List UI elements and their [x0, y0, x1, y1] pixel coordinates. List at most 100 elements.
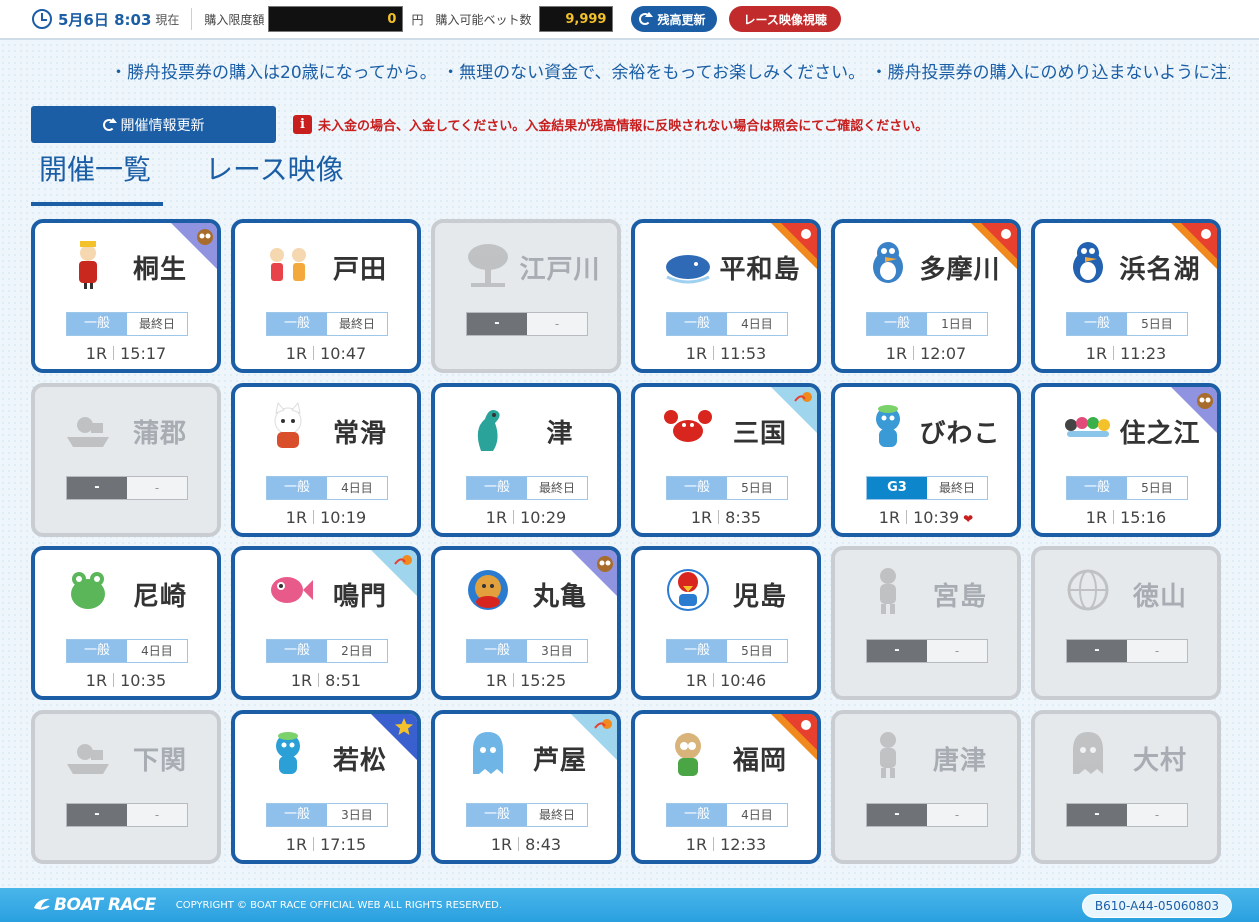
race-day-label: 3日目	[327, 803, 387, 826]
grade-label: 一般	[667, 803, 727, 826]
race-day-label: 最終日	[927, 476, 987, 499]
race-time: 10:35	[120, 671, 167, 690]
venue-card[interactable]: 尼崎 一般 4日目 1R 10:35	[31, 546, 221, 700]
venue-card[interactable]: 多摩川 一般 1日目 1R 12:07	[831, 219, 1021, 373]
venue-card[interactable]: 桐生 一般 最終日 1R 15:17	[31, 219, 221, 373]
next-race: 1R 10:39 ❤	[835, 508, 1017, 527]
venue-card[interactable]: 大村 - -	[1031, 709, 1221, 864]
owl-icon	[1171, 386, 1217, 433]
venue-grade-badge: - -	[1066, 802, 1188, 827]
venue-card[interactable]: 福岡 一般 4日目 1R 12:33	[631, 709, 821, 864]
venue-grade-badge: 一般 最終日	[466, 802, 588, 827]
venue-card[interactable]: 若松 一般 3日目 1R 17:15	[231, 709, 421, 864]
venue-card[interactable]: 芦屋 一般 最終日 1R 8:43	[431, 709, 621, 864]
venue-card[interactable]: 津 一般 最終日 1R 10:29	[431, 382, 621, 537]
race-number: 1R	[685, 344, 708, 363]
venue-card[interactable]: 鳴門 一般 2日目 1R 8:51	[231, 546, 421, 700]
next-race: 1R 11:23	[1035, 344, 1217, 363]
schedule-refresh-button[interactable]: 開催情報更新	[31, 106, 276, 143]
grade-label: -	[467, 313, 527, 335]
venue-card[interactable]: 三国 一般 5日目 1R 8:35	[631, 382, 821, 537]
race-video-button[interactable]: レース映像視聴	[729, 6, 841, 32]
venue-card[interactable]: 下関 - -	[31, 709, 221, 864]
venue-card[interactable]: 戸田 一般 最終日 1R 10:47	[231, 219, 421, 373]
race-divider	[518, 836, 520, 851]
main-tabs: 開催一覧 レース映像	[31, 150, 352, 206]
race-time: 15:16	[1120, 507, 1167, 527]
venue-card[interactable]: 浜名湖 一般 5日目 1R 11:23	[1031, 219, 1221, 373]
grade-label: 一般	[467, 640, 527, 662]
grade-label: 一般	[267, 640, 327, 662]
venue-card[interactable]: 江戸川 - -	[431, 219, 621, 373]
race-number: 1R	[285, 834, 308, 854]
next-race: 1R 10:29	[435, 508, 617, 527]
race-divider	[513, 673, 515, 687]
sun-icon	[771, 223, 817, 269]
race-number: 1R	[885, 344, 908, 363]
grade-label: 一般	[467, 803, 527, 826]
race-time: 10:29	[520, 507, 567, 527]
race-divider	[913, 346, 915, 360]
venue-name: 常滑	[332, 418, 387, 449]
race-day-label: 4日目	[327, 476, 387, 499]
grade-label: 一般	[1067, 313, 1127, 335]
venue-card[interactable]: 児島 一般 5日目 1R 10:46	[631, 546, 821, 700]
race-time: 8:43	[525, 834, 562, 854]
venue-card[interactable]: 平和島 一般 4日目 1R 11:53	[631, 219, 821, 373]
dawn-icon	[371, 550, 417, 596]
refresh-icon	[639, 12, 654, 25]
grade-label: 一般	[667, 476, 727, 499]
race-day-label: 最終日	[527, 803, 587, 826]
race-day-label: 4日目	[127, 640, 187, 662]
venue-card[interactable]: 徳山 - -	[1031, 546, 1221, 700]
tab-race-video[interactable]: レース映像	[197, 150, 352, 206]
race-number: 1R	[485, 507, 508, 527]
sun-icon	[771, 713, 817, 760]
schedule-refresh-label: 開催情報更新	[120, 117, 205, 134]
venue-card[interactable]: 蒲郡 - -	[31, 382, 221, 537]
next-race: 1R 17:15	[235, 835, 417, 854]
venue-card[interactable]: 住之江 一般 5日目 1R 15:16	[1031, 382, 1221, 537]
venue-card[interactable]: 丸亀 一般 3日目 1R 15:25	[431, 546, 621, 700]
grade-label: 一般	[867, 313, 927, 335]
next-race: 1R 15:16	[1035, 508, 1217, 527]
venue-grade-badge: 一般 最終日	[66, 312, 188, 336]
purchase-limit-value: 0	[268, 6, 404, 32]
tab-schedule-list[interactable]: 開催一覧	[31, 150, 163, 206]
race-day-label: -	[927, 803, 987, 826]
venue-card[interactable]: 唐津 - -	[831, 709, 1021, 864]
venue-card[interactable]: 宮島 - -	[831, 546, 1021, 700]
deposit-notice-text: 未入金の場合、入金してください。入金結果が残高情報に反映されない場合は照会にてご…	[318, 118, 929, 134]
grade-label: 一般	[267, 803, 327, 826]
venue-name: 戸田	[332, 255, 387, 285]
next-race: 1R 8:51	[235, 671, 417, 690]
next-race: 1R 8:35	[635, 508, 817, 527]
venue-name: 尼崎	[132, 582, 187, 612]
venue-card[interactable]: びわこ G3 最終日 1R 10:39 ❤	[831, 382, 1021, 537]
venue-grade-badge: 一般 4日目	[666, 312, 788, 336]
race-day-label: -	[927, 640, 987, 662]
dawn-icon	[771, 386, 817, 433]
venue-name: 児島	[732, 582, 787, 612]
race-day-label: 4日目	[727, 803, 787, 826]
race-time: 10:47	[320, 344, 367, 363]
venue-name: 唐津	[932, 745, 987, 776]
now-label: 現在	[155, 12, 180, 27]
race-time: 17:15	[320, 834, 367, 854]
grade-label: 一般	[667, 313, 727, 335]
race-time: 12:07	[920, 344, 967, 363]
race-divider	[113, 673, 115, 687]
info-icon: i	[293, 114, 312, 134]
race-number: 1R	[685, 671, 708, 690]
venue-card[interactable]: 常滑 一般 4日目 1R 10:19	[231, 382, 421, 537]
venue-grade-badge: 一般 4日目	[666, 802, 788, 827]
venue-grade-badge: 一般 5日目	[1066, 475, 1188, 500]
race-day-label: 5日目	[1127, 476, 1187, 499]
next-race: 1R 10:19	[235, 508, 417, 527]
venue-name: 宮島	[932, 582, 987, 612]
balance-refresh-button[interactable]: 残高更新	[631, 6, 718, 32]
dawn-icon	[571, 713, 617, 760]
race-number: 1R	[490, 834, 513, 854]
sun-icon	[1171, 223, 1217, 269]
race-divider	[313, 509, 315, 524]
